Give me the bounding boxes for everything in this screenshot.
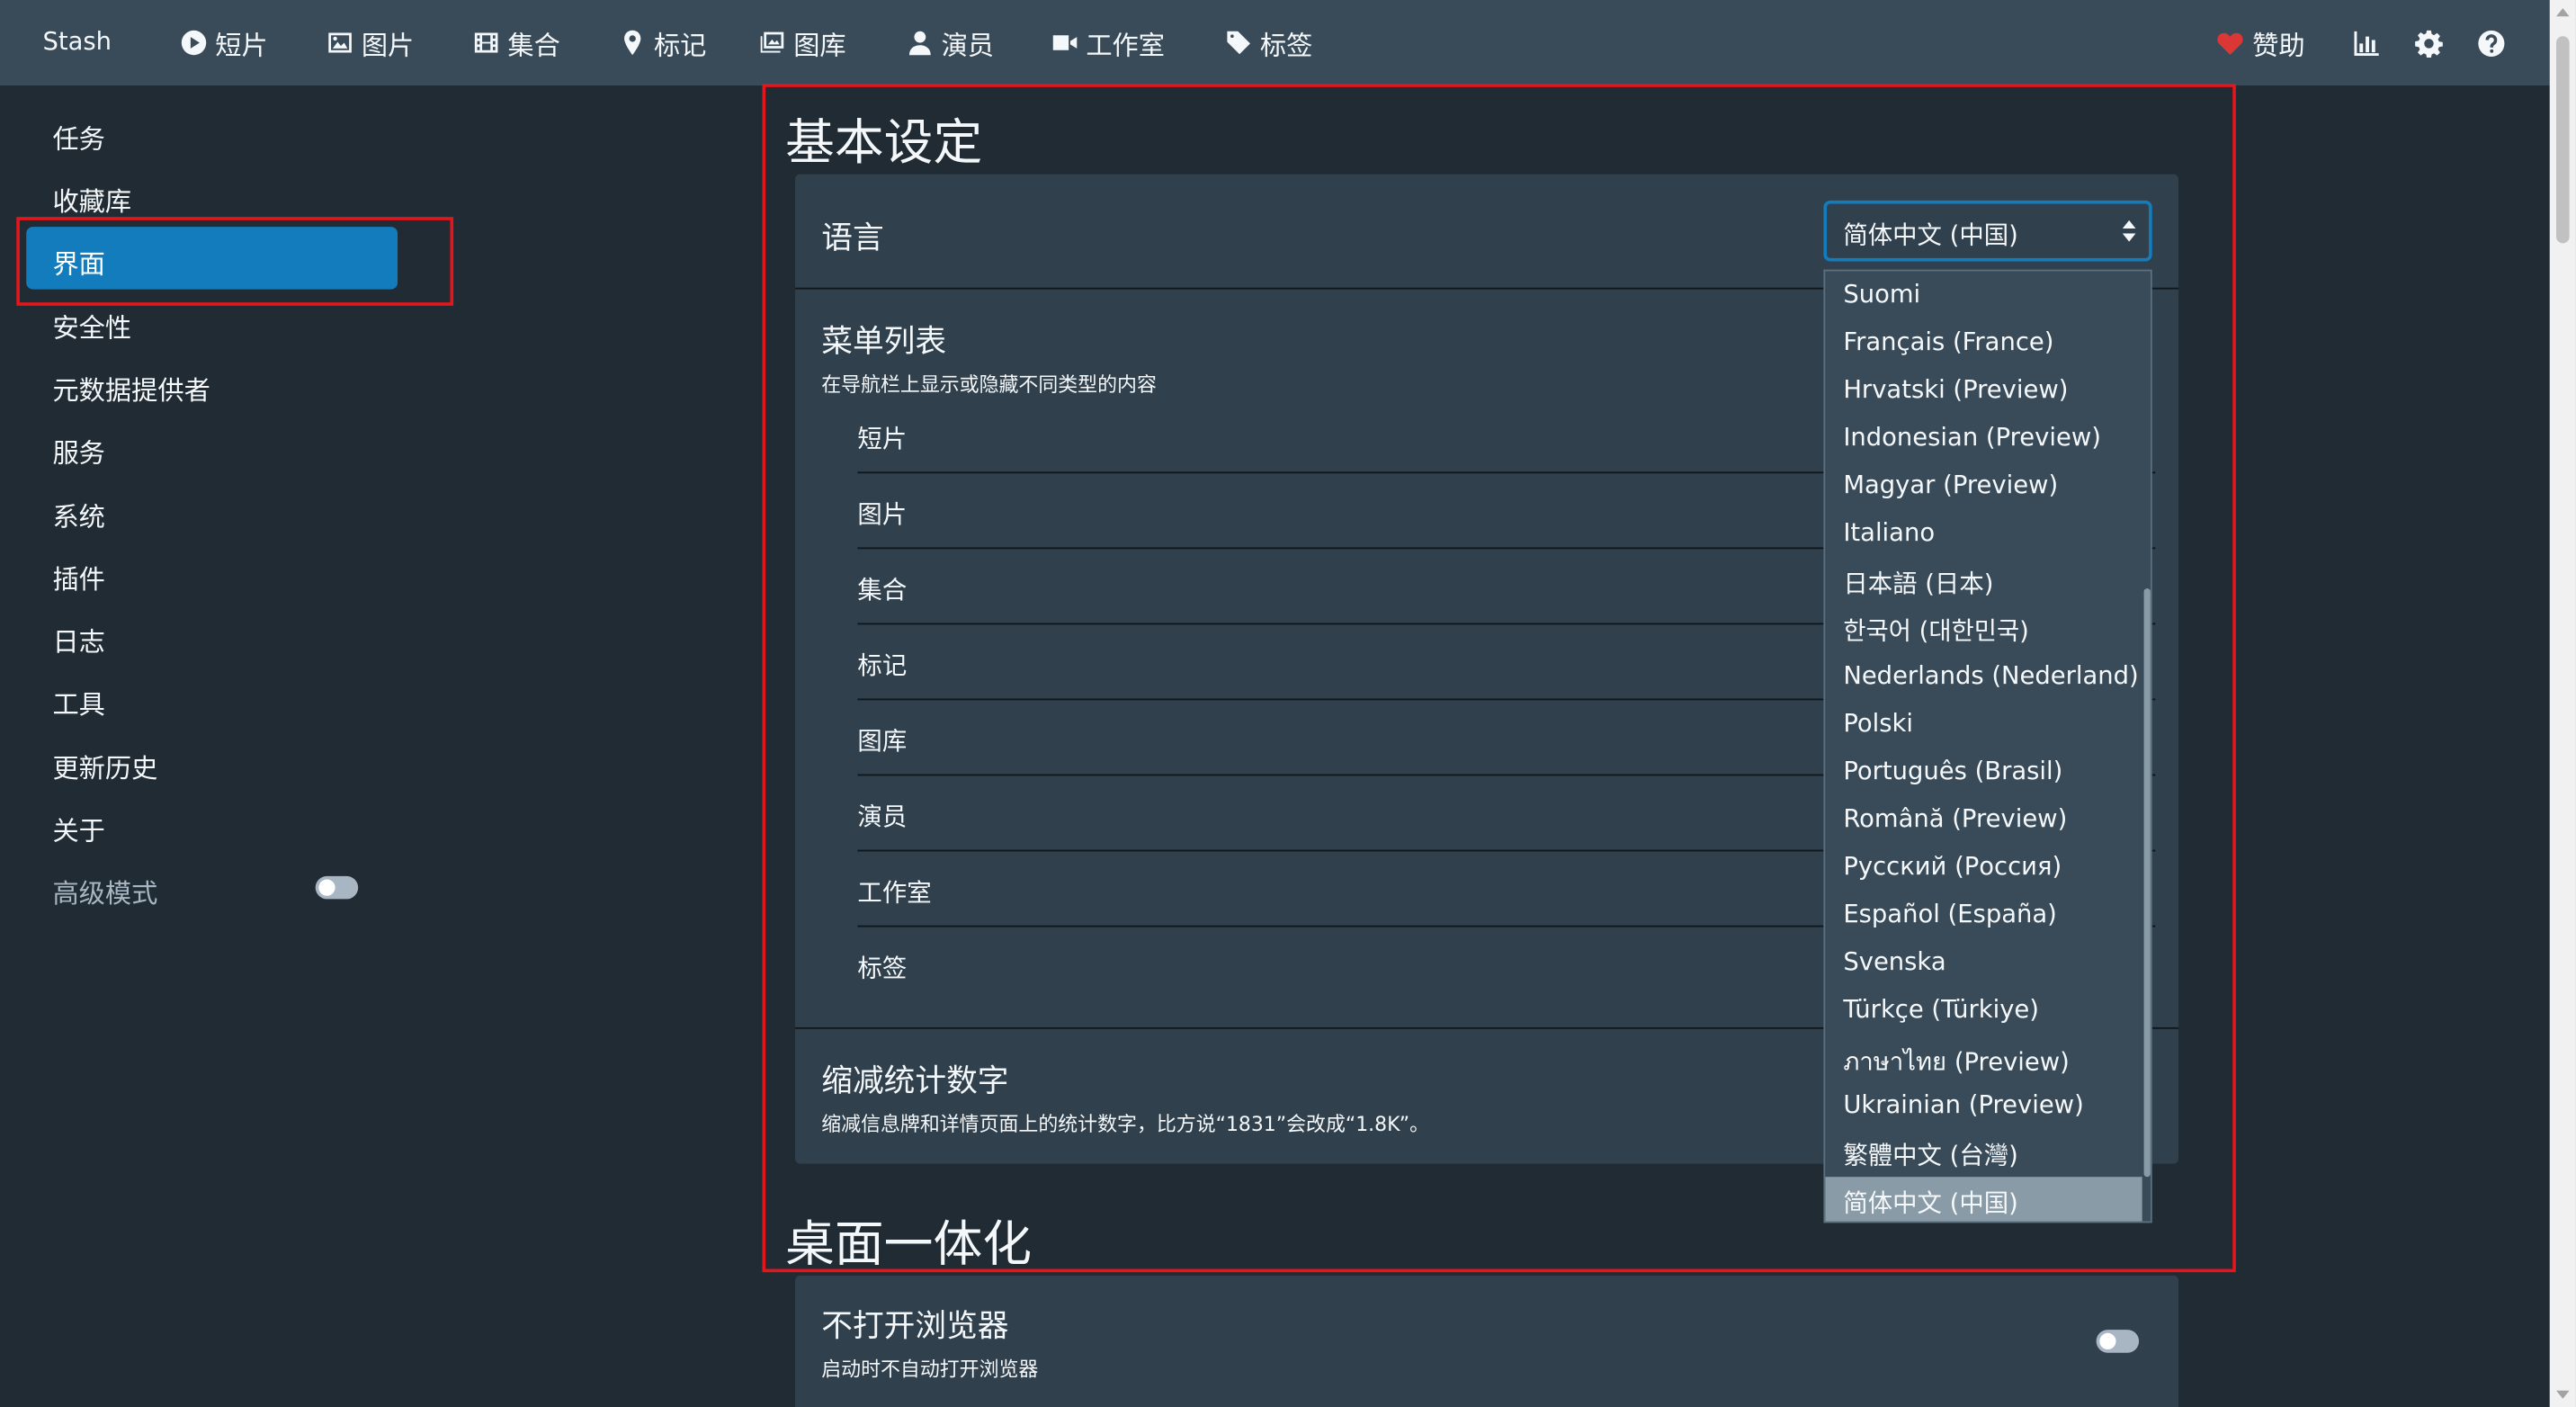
video-camera-icon	[1052, 35, 1078, 50]
menu-item-markers: 标记	[857, 650, 908, 681]
nav-item-label: 演员	[941, 29, 995, 61]
menu-item-images: 图片	[857, 499, 908, 530]
language-select[interactable]: 简体中文 (中国)	[1823, 200, 2152, 262]
advanced-mode-label: 高级模式	[52, 877, 158, 910]
language-option[interactable]: Suomi	[1825, 271, 2142, 318]
nav-item-label: 短片	[215, 29, 268, 61]
sidebar-item-security[interactable]: 安全性	[52, 306, 131, 345]
select-arrows-icon	[2122, 220, 2136, 244]
advanced-mode-toggle[interactable]	[315, 875, 359, 900]
nav-item-studios[interactable]: 工作室	[1051, 23, 1165, 63]
tag-icon	[1227, 31, 1250, 55]
nav-item-label: 工作室	[1086, 29, 1166, 61]
sidebar-item-changelog[interactable]: 更新历史	[52, 747, 157, 786]
scroll-down-icon[interactable]	[2556, 1390, 2570, 1399]
menu-list-subtitle: 在导航栏上显示或隐藏不同类型的内容	[821, 372, 1157, 397]
nav-item-scenes[interactable]: 短片	[181, 23, 268, 63]
image-icon	[328, 32, 352, 53]
menu-item-galleries: 图库	[857, 726, 908, 757]
settings-button[interactable]	[2415, 23, 2443, 63]
abbreviate-counters-title: 缩减统计数字	[821, 1063, 1009, 1100]
language-select-value: 简体中文 (中国)	[1843, 220, 2018, 250]
sidebar-item-tasks[interactable]: 任务	[52, 117, 104, 157]
play-circle-icon	[181, 30, 207, 56]
menu-item-studios: 工作室	[857, 877, 932, 908]
page-scrollbar[interactable]	[2549, 0, 2576, 1407]
scroll-up-icon[interactable]	[2556, 8, 2570, 17]
donate-link[interactable]: 赞助	[2216, 23, 2305, 63]
sidebar-item-about[interactable]: 关于	[52, 809, 104, 848]
menu-list-title: 菜单列表	[821, 323, 947, 361]
language-option[interactable]: Русский (Россия)	[1825, 843, 2142, 891]
heart-icon	[2217, 31, 2243, 55]
brand-logo[interactable]: Stash	[42, 26, 112, 56]
language-option[interactable]: Română (Preview)	[1825, 795, 2142, 843]
sidebar-item-tools[interactable]: 工具	[52, 682, 104, 721]
nav-item-label: 图片	[361, 29, 415, 61]
language-option[interactable]: Polski	[1825, 700, 2142, 748]
menu-item-performers: 演员	[857, 802, 908, 832]
donate-label: 赞助	[2252, 29, 2305, 61]
no-browser-toggle[interactable]	[2096, 1330, 2140, 1353]
language-option[interactable]: 繁體中文 (台灣)	[1825, 1129, 2142, 1177]
help-icon	[2478, 29, 2505, 57]
nav-item-galleries[interactable]: 图库	[759, 23, 846, 63]
map-marker-icon	[624, 30, 641, 56]
language-option[interactable]: Svenska	[1825, 938, 2142, 986]
dropdown-scrollbar-thumb[interactable]	[2143, 588, 2151, 1178]
language-option-selected[interactable]: 简体中文 (中国)	[1825, 1177, 2142, 1222]
language-option[interactable]: Indonesian (Preview)	[1825, 414, 2142, 462]
images-icon	[760, 31, 784, 53]
language-option[interactable]: Italiano	[1825, 509, 2142, 557]
menu-item-tags: 标签	[857, 953, 908, 983]
sidebar-item-system[interactable]: 系统	[52, 495, 104, 534]
language-option[interactable]: Português (Brasil)	[1825, 748, 2142, 795]
nav-item-label: 图库	[793, 29, 846, 61]
language-option[interactable]: Français (France)	[1825, 318, 2142, 366]
help-button[interactable]	[2477, 23, 2505, 63]
desktop-integration-card: 不打开浏览器 启动时不自动打开浏览器	[795, 1275, 2178, 1407]
menu-item-movies: 集合	[857, 575, 908, 605]
film-icon	[474, 32, 498, 53]
language-option[interactable]: Español (España)	[1825, 891, 2142, 938]
language-option[interactable]: Türkçe (Türkiye)	[1825, 986, 2142, 1034]
nav-item-markers[interactable]: 标记	[620, 23, 707, 63]
language-option[interactable]: ภาษาไทย (Preview)	[1825, 1034, 2142, 1081]
language-option[interactable]: Ukrainian (Preview)	[1825, 1081, 2142, 1129]
sidebar-item-interface[interactable]: 界面	[26, 227, 398, 290]
language-option[interactable]: 日本語 (日本)	[1825, 557, 2142, 605]
gear-icon	[2415, 29, 2443, 58]
dropdown-scrollbar[interactable]	[2142, 271, 2151, 1222]
abbreviate-counters-subtitle: 缩减信息牌和详情页面上的统计数字，比方说“1831”会改成“1.8K”。	[821, 1112, 1430, 1136]
user-icon	[908, 31, 931, 56]
sidebar-item-library[interactable]: 收藏库	[52, 179, 131, 219]
no-browser-title: 不打开浏览器	[821, 1308, 1009, 1345]
language-option[interactable]: Hrvatski (Preview)	[1825, 366, 2142, 414]
basic-settings-heading: 基本设定	[785, 114, 983, 173]
language-option[interactable]: Magyar (Preview)	[1825, 462, 2142, 509]
sidebar-item-services[interactable]: 服务	[52, 431, 104, 470]
menu-item-scenes: 短片	[857, 424, 908, 454]
sidebar-item-metadata-providers[interactable]: 元数据提供者	[52, 368, 210, 408]
no-browser-subtitle: 启动时不自动打开浏览器	[821, 1358, 1039, 1381]
sidebar-item-plugins[interactable]: 插件	[52, 557, 104, 596]
language-label: 语言	[821, 220, 884, 257]
sidebar-item-label: 界面	[52, 247, 105, 280]
chart-icon	[2354, 30, 2379, 56]
top-navbar: Stash 短片 图片 集合 标记 图库 演员 工作室 标签 赞助	[0, 0, 2550, 86]
nav-item-label: 标记	[653, 29, 707, 61]
sidebar-item-logs[interactable]: 日志	[52, 620, 104, 659]
nav-item-label: 标签	[1259, 29, 1313, 61]
language-option[interactable]: Nederlands (Nederland)	[1825, 652, 2142, 700]
nav-item-label: 集合	[507, 29, 560, 61]
nav-item-images[interactable]: 图片	[326, 23, 414, 63]
desktop-integration-heading: 桌面一体化	[785, 1216, 1033, 1275]
language-option[interactable]: 한국어 (대한민국)	[1825, 605, 2142, 652]
nav-item-movies[interactable]: 集合	[473, 23, 560, 63]
nav-item-tags[interactable]: 标签	[1226, 23, 1313, 63]
page-scrollbar-thumb[interactable]	[2556, 36, 2570, 244]
stats-button[interactable]	[2353, 23, 2381, 63]
language-dropdown-list[interactable]: Suomi Français (France) Hrvatski (Previe…	[1823, 269, 2152, 1223]
nav-item-performers[interactable]: 演员	[907, 23, 994, 63]
